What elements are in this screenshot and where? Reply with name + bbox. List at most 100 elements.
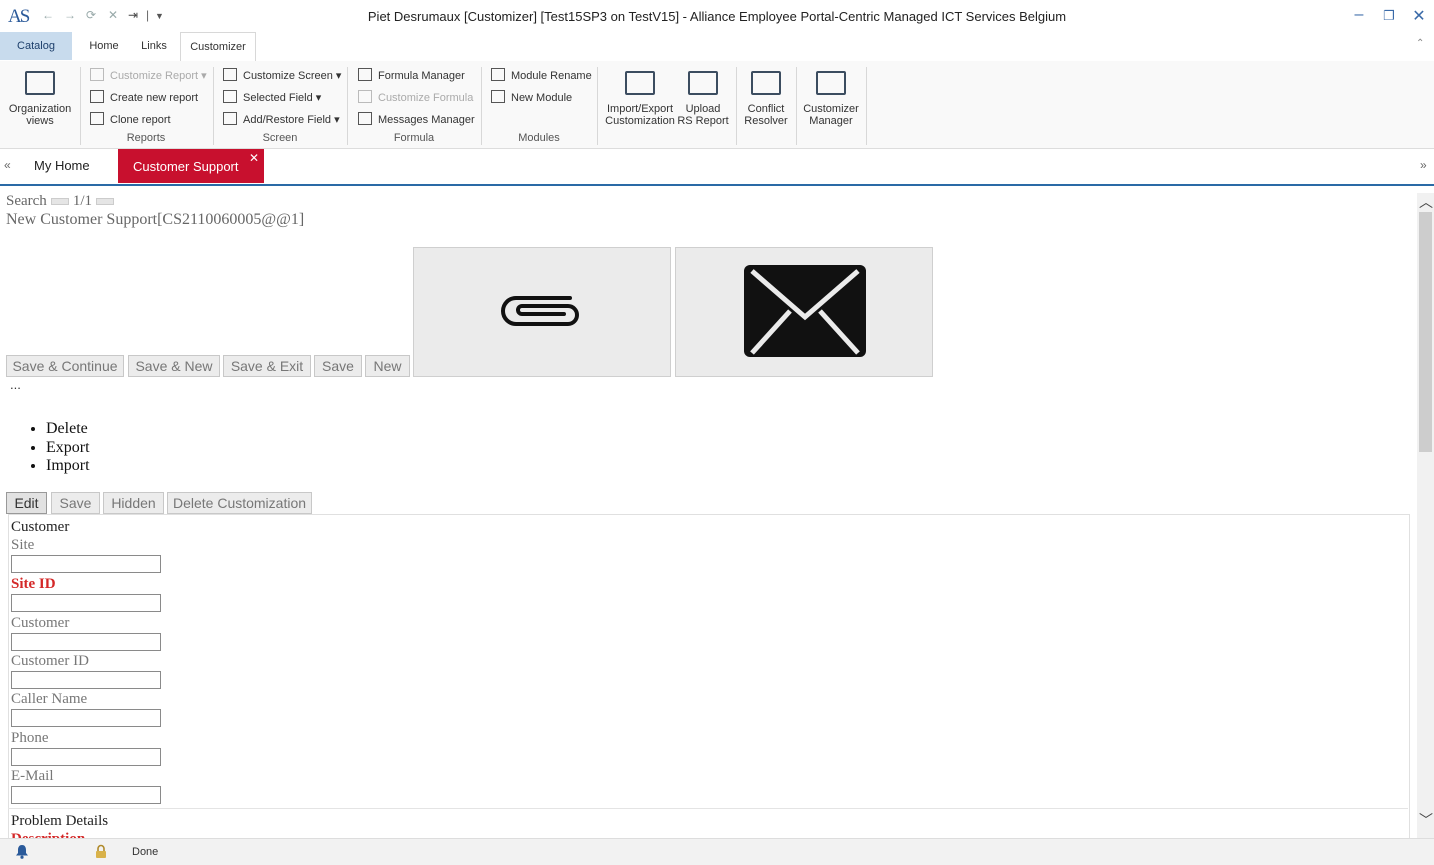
ribbon-tab-bar: Catalog Home Links Customizer ⌃ bbox=[0, 32, 1434, 63]
tab-links[interactable]: Links bbox=[134, 32, 174, 60]
tab-catalog[interactable]: Catalog bbox=[0, 32, 72, 60]
menu-item-import[interactable]: Import bbox=[46, 457, 90, 476]
tab-customer-support-label: Customer Support bbox=[133, 159, 239, 174]
customize-screen-button[interactable]: Customize Screen ▾ bbox=[223, 67, 341, 85]
record-title: New Customer Support[CS2110060005@@1] bbox=[6, 211, 305, 228]
customizer-manager-button[interactable]: Customizer Manager bbox=[800, 71, 862, 127]
create-new-report-button[interactable]: Create new report bbox=[90, 89, 198, 107]
selected-field-button[interactable]: Selected Field ▾ bbox=[223, 89, 321, 107]
formula-icon bbox=[358, 68, 372, 81]
section-title-customer: Customer bbox=[11, 519, 70, 535]
bell-icon[interactable] bbox=[15, 844, 29, 859]
save-continue-button[interactable]: Save & Continue bbox=[6, 355, 124, 377]
search-label[interactable]: Search bbox=[6, 193, 47, 209]
messages-manager-button[interactable]: Messages Manager bbox=[358, 111, 475, 129]
import-export-line2: Customization bbox=[605, 115, 675, 127]
formula-manager-button[interactable]: Formula Manager bbox=[358, 67, 465, 85]
customer-input[interactable] bbox=[11, 633, 161, 651]
ribbon-separator bbox=[866, 67, 867, 145]
menu-item-export[interactable]: Export bbox=[46, 439, 90, 458]
field-label-email: E-Mail bbox=[11, 768, 54, 784]
org-views-line1: Organization bbox=[8, 103, 72, 115]
delete-customization-button[interactable]: Delete Customization bbox=[167, 492, 312, 514]
conflict-icon bbox=[751, 71, 781, 95]
conflict-line1: Conflict bbox=[747, 103, 785, 115]
restore-icon[interactable]: ❐ bbox=[1379, 8, 1399, 24]
caller-name-input[interactable] bbox=[11, 709, 161, 727]
save-new-button[interactable]: Save & New bbox=[128, 355, 220, 377]
screen-group-label: Screen bbox=[262, 132, 298, 144]
tab-home[interactable]: Home bbox=[80, 32, 128, 60]
import-export-line1: Import/Export bbox=[606, 103, 674, 115]
module-rename-button[interactable]: Module Rename bbox=[491, 67, 592, 85]
field-label-customer-id: Customer ID bbox=[11, 653, 89, 669]
action-menu-list: Delete Export Import bbox=[28, 420, 90, 476]
tab-customer-support[interactable]: Customer Support ✕ bbox=[118, 149, 264, 183]
customize-formula-button[interactable]: Customize Formula bbox=[358, 89, 473, 107]
upload-rs-report-button[interactable]: Upload RS Report bbox=[676, 71, 730, 127]
save-customization-button[interactable]: Save bbox=[51, 492, 100, 514]
email-input[interactable] bbox=[11, 786, 161, 804]
expand-right-icon[interactable]: » bbox=[1420, 158, 1427, 172]
customer-form: Customer Site Site ID Customer Customer … bbox=[8, 514, 1410, 839]
ribbon-separator bbox=[347, 67, 348, 145]
scrollbar-thumb[interactable] bbox=[1419, 212, 1432, 452]
field-label-site: Site bbox=[11, 537, 35, 553]
module-rename-icon bbox=[491, 68, 505, 81]
messages-icon bbox=[358, 112, 372, 125]
upload-rs-line2: RS Report bbox=[677, 115, 729, 127]
minimize-icon[interactable]: – bbox=[1349, 6, 1369, 24]
new-report-icon bbox=[90, 90, 104, 103]
customize-report-button[interactable]: Customize Report ▾ bbox=[90, 67, 207, 85]
field-label-customer: Customer bbox=[11, 615, 70, 631]
new-button[interactable]: New bbox=[365, 355, 410, 377]
attachment-tile[interactable] bbox=[413, 247, 671, 377]
menu-item-delete[interactable]: Delete bbox=[46, 420, 90, 439]
edit-customization-button[interactable]: Edit bbox=[6, 492, 47, 514]
add-restore-field-button[interactable]: Add/Restore Field ▾ bbox=[223, 111, 340, 129]
close-icon[interactable]: ✕ bbox=[1409, 6, 1429, 26]
email-tile[interactable] bbox=[675, 247, 933, 377]
organization-views-button[interactable]: Organization views bbox=[6, 71, 74, 127]
section-divider bbox=[8, 808, 1408, 809]
hidden-button[interactable]: Hidden bbox=[103, 492, 164, 514]
customizer-manager-line1: Customizer bbox=[803, 103, 859, 115]
pager-text: 1/1 bbox=[72, 193, 92, 209]
scroll-up-icon[interactable]: ︿ bbox=[1418, 192, 1434, 212]
tab-customizer[interactable]: Customizer bbox=[180, 32, 256, 63]
save-exit-button[interactable]: Save & Exit bbox=[223, 355, 311, 377]
modules-group-label: Modules bbox=[518, 132, 560, 144]
clone-report-button[interactable]: Clone report bbox=[90, 111, 171, 129]
clone-icon bbox=[90, 112, 104, 125]
import-export-icon bbox=[625, 71, 655, 95]
scroll-down-icon[interactable]: ﹀ bbox=[1418, 810, 1434, 830]
collapse-ribbon-icon[interactable]: ⌃ bbox=[1416, 38, 1424, 49]
next-page-button[interactable] bbox=[95, 198, 114, 206]
reports-group-label: Reports bbox=[126, 132, 166, 144]
ribbon-separator bbox=[736, 67, 737, 145]
prev-page-button[interactable] bbox=[50, 198, 69, 206]
close-tab-icon[interactable]: ✕ bbox=[249, 151, 259, 165]
site-input[interactable] bbox=[11, 555, 161, 573]
lock-icon bbox=[96, 844, 106, 858]
paperclip-icon bbox=[501, 296, 579, 326]
upload-rs-line1: Upload bbox=[685, 103, 721, 115]
title-bar: AS ← → ⟳ ✕ ⇥ | ▼ Piet Desrumaux [Customi… bbox=[0, 0, 1434, 32]
window-title: Piet Desrumaux [Customizer] [Test15SP3 o… bbox=[367, 9, 1067, 24]
envelope-icon bbox=[744, 265, 866, 357]
import-export-customization-button[interactable]: Import/Export Customization bbox=[604, 71, 676, 127]
site-id-input[interactable] bbox=[11, 594, 161, 612]
collapse-left-icon[interactable]: « bbox=[4, 158, 11, 172]
document-tab-bar: « My Home Customer Support ✕ » bbox=[0, 149, 1434, 186]
report-icon bbox=[90, 68, 104, 81]
add-field-icon bbox=[223, 112, 237, 125]
conflict-resolver-button[interactable]: Conflict Resolver bbox=[740, 71, 792, 127]
customer-id-input[interactable] bbox=[11, 671, 161, 689]
phone-input[interactable] bbox=[11, 748, 161, 766]
save-button[interactable]: Save bbox=[314, 355, 362, 377]
new-module-button[interactable]: New Module bbox=[491, 89, 572, 107]
field-label-caller-name: Caller Name bbox=[11, 691, 88, 707]
tab-my-home[interactable]: My Home bbox=[24, 149, 100, 183]
more-actions[interactable]: ... bbox=[10, 377, 21, 392]
customizer-manager-icon bbox=[816, 71, 846, 95]
